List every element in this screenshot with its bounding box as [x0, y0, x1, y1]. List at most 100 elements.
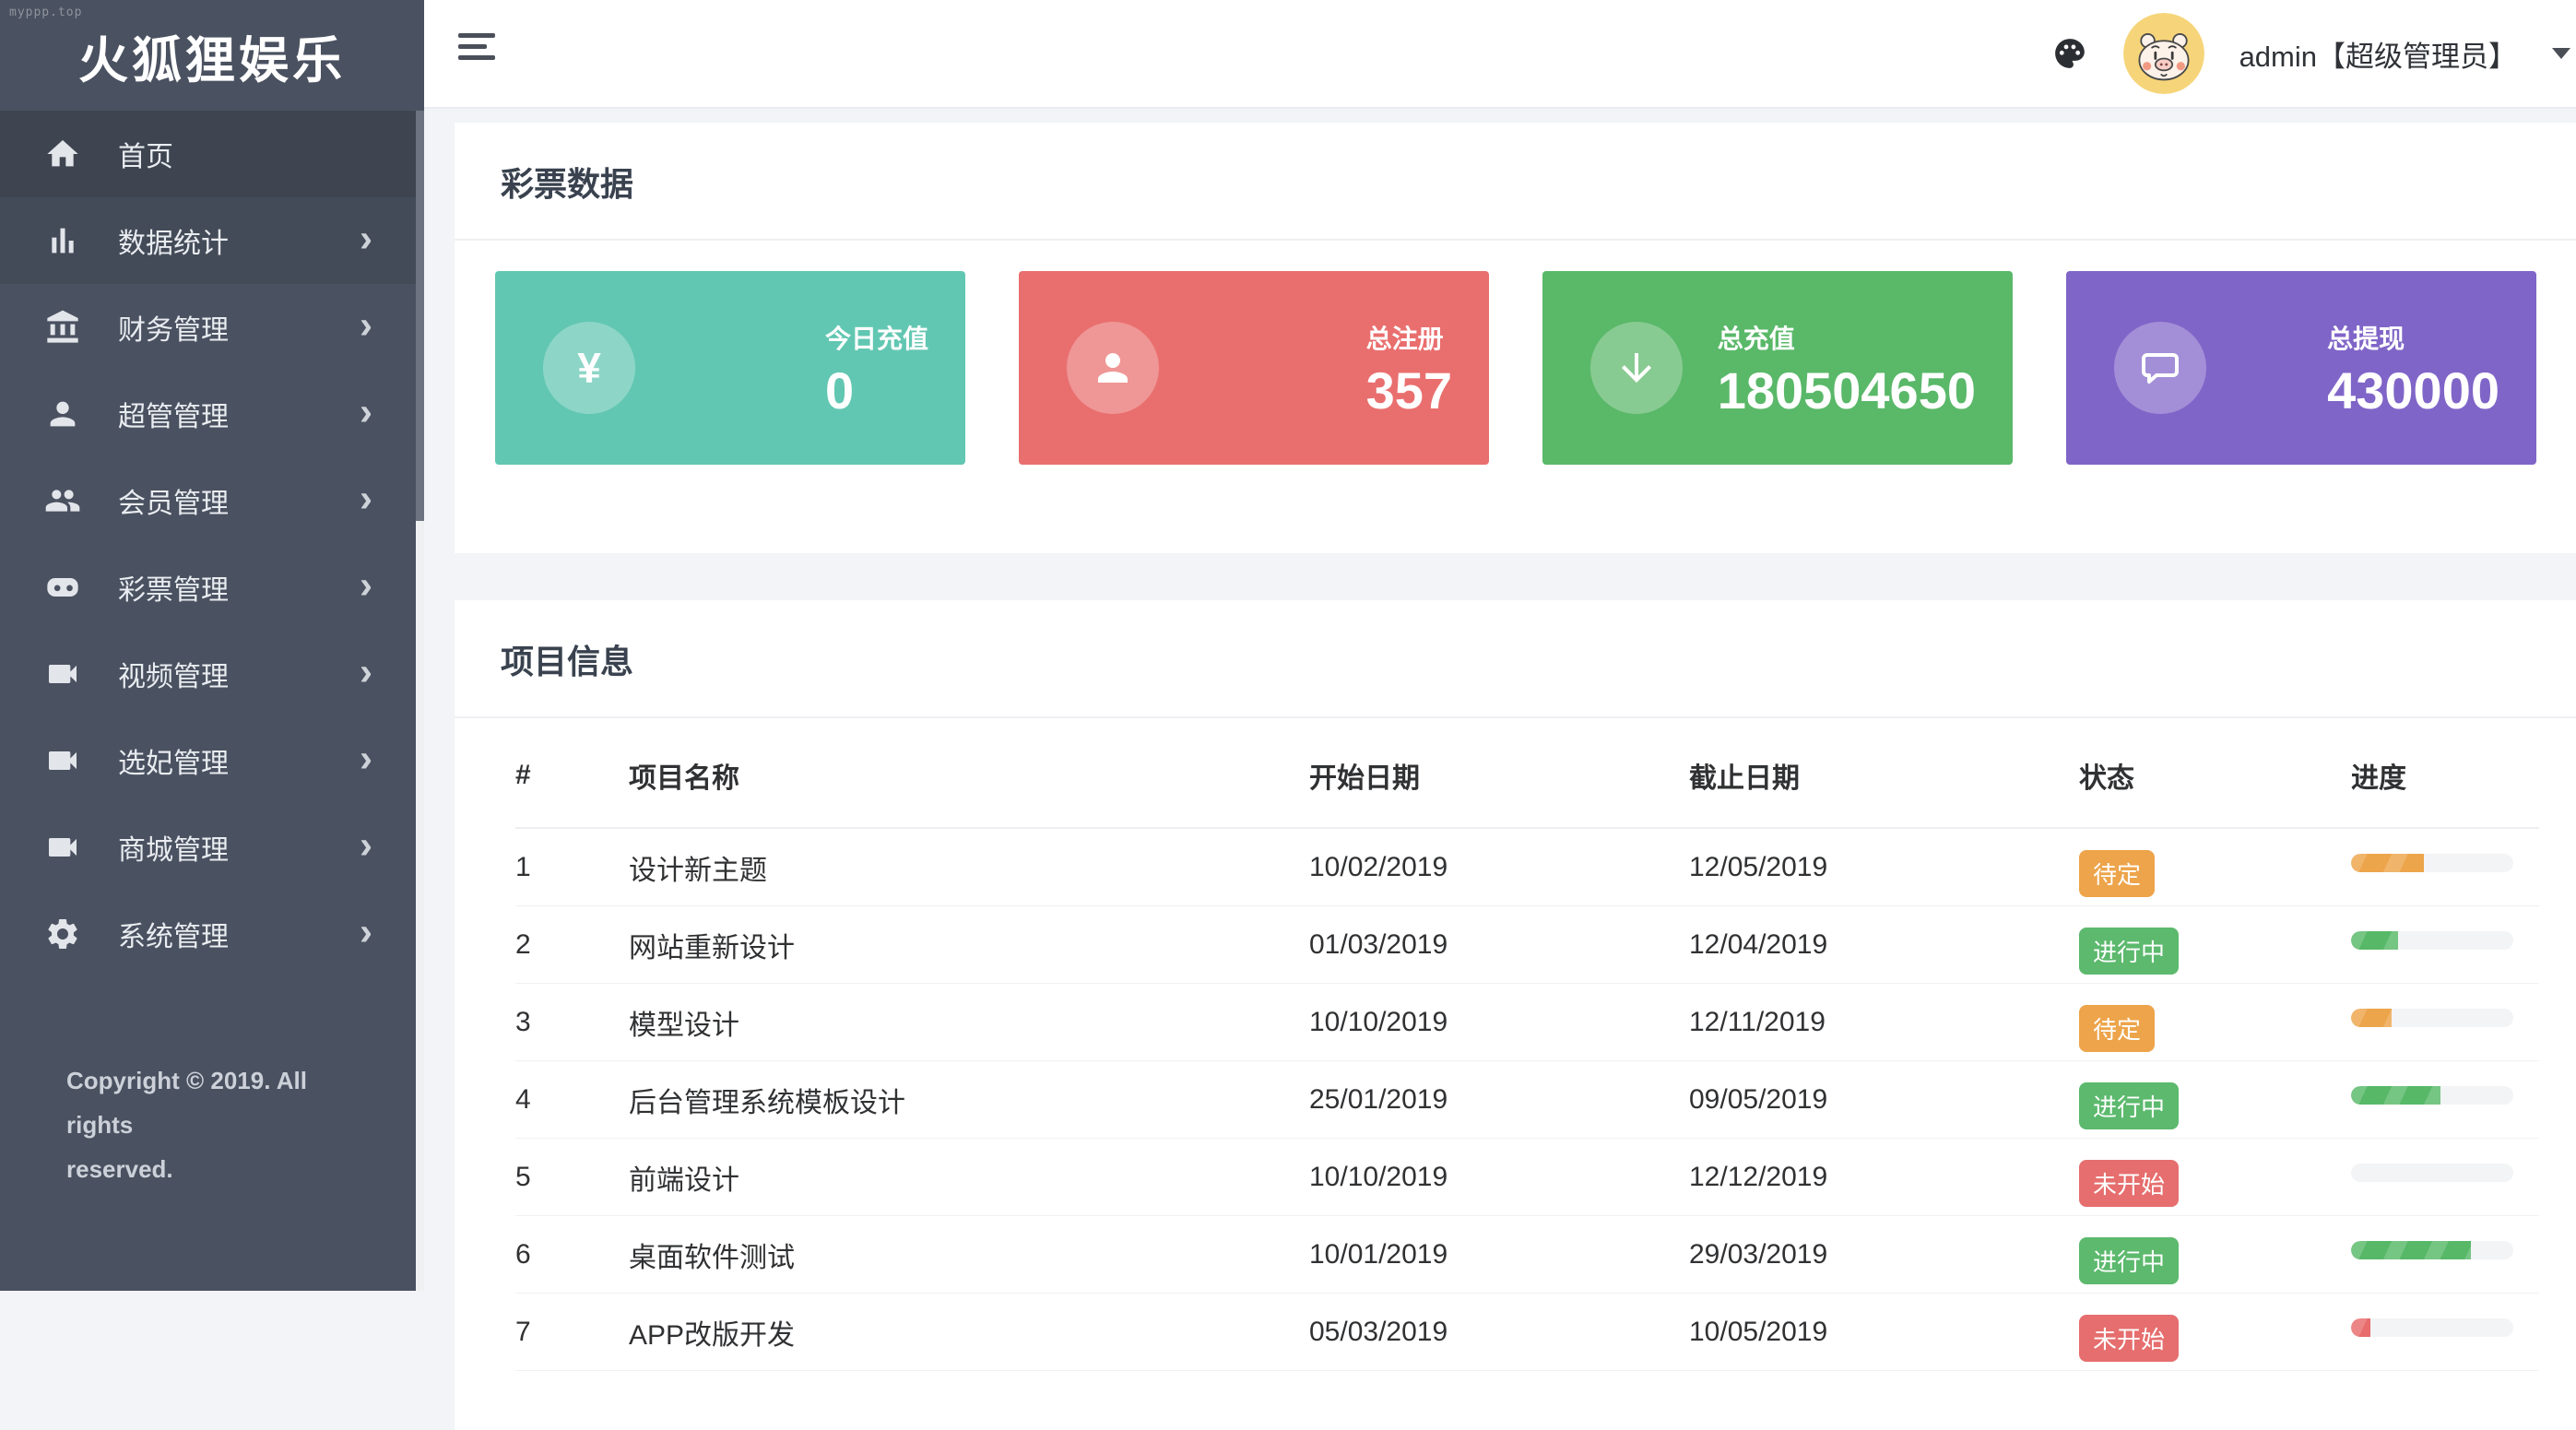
copyright-line2: reserved.: [66, 1147, 371, 1191]
column-header-3: 截止日期: [1689, 718, 2079, 828]
chat-icon: [2138, 346, 2182, 390]
hamburger-menu-button[interactable]: [458, 33, 495, 60]
cell-progress: [2351, 828, 2539, 906]
column-header-1: 项目名称: [629, 718, 1309, 828]
cell-end: 12/12/2019: [1689, 1139, 2079, 1216]
sidebar-item-6[interactable]: 视频管理›: [0, 631, 424, 717]
table-row: 5前端设计10/10/201912/12/2019未开始: [515, 1139, 2539, 1216]
cell-end: 10/05/2019: [1689, 1294, 2079, 1371]
bank-icon: [44, 309, 81, 346]
status-badge: 未开始: [2079, 1160, 2179, 1207]
sidebar-item-5[interactable]: 彩票管理›: [0, 544, 424, 631]
theme-palette-button[interactable]: [2051, 35, 2088, 72]
cell-progress: [2351, 1294, 2539, 1371]
main-content: 彩票数据 ¥今日充值0总注册357总充值180504650总提现430000 项…: [424, 109, 2576, 1291]
progress-fill: [2351, 854, 2424, 872]
user-menu[interactable]: admin【超级管理员】: [2239, 33, 2517, 75]
cell-status: 进行中: [2079, 1061, 2351, 1139]
cell-name: 桌面软件测试: [629, 1216, 1309, 1294]
sidebar-item-label: 系统管理: [118, 914, 229, 954]
column-header-2: 开始日期: [1309, 718, 1689, 828]
cell-end: 12/04/2019: [1689, 906, 2079, 984]
cell-status: 待定: [2079, 984, 2351, 1061]
sidebar-item-label: 数据统计: [118, 220, 229, 261]
hamburger-line: [458, 44, 487, 49]
status-badge: 进行中: [2079, 928, 2179, 975]
cell-status: 未开始: [2079, 1139, 2351, 1216]
table-row: 4后台管理系统模板设计25/01/201909/05/2019进行中: [515, 1061, 2539, 1139]
stats-panel-title: 彩票数据: [455, 123, 2576, 239]
stat-card-2: 总充值 180504650: [1542, 271, 2013, 465]
scrollbar-thumb[interactable]: [416, 111, 424, 521]
cell-end: 09/05/2019: [1689, 1061, 2079, 1139]
stat-text: 总提现430000: [2327, 319, 2499, 417]
sidebar-item-7[interactable]: 选妃管理›: [0, 717, 424, 804]
status-badge: 待定: [2079, 1005, 2155, 1052]
sidebar-item-1[interactable]: 数据统计 ›: [0, 197, 424, 284]
yen-icon: ¥: [577, 343, 601, 393]
sidebar-item-label: 财务管理: [118, 307, 229, 348]
sidebar-item-label: 首页: [118, 134, 173, 174]
table-row: 7APP改版开发05/03/201910/05/2019未开始: [515, 1294, 2539, 1371]
lottery-stats-panel: 彩票数据 ¥今日充值0总注册357总充值180504650总提现430000: [455, 123, 2576, 553]
home-icon: [42, 134, 83, 174]
video-icon: [42, 827, 83, 868]
cell-num: 1: [515, 828, 629, 906]
cell-name: 前端设计: [629, 1139, 1309, 1216]
sidebar-menu: 首页数据统计›财务管理›超管管理›会员管理›彩票管理›视频管理›选妃管理›商城管…: [0, 111, 424, 977]
cell-num: 4: [515, 1061, 629, 1139]
avatar[interactable]: [2123, 13, 2204, 94]
sidebar-item-9[interactable]: 系统管理›: [0, 891, 424, 977]
cell-name: 网站重新设计: [629, 906, 1309, 984]
palette-icon: [2052, 36, 2087, 71]
cell-status: 进行中: [2079, 906, 2351, 984]
sidebar-item-2[interactable]: 财务管理 ›: [0, 284, 424, 371]
chevron-right-icon: ›: [360, 305, 372, 344]
chevron-right-icon: ›: [360, 739, 372, 777]
progress-bar: [2351, 1009, 2513, 1027]
sidebar-scrollbar[interactable]: [416, 111, 424, 1291]
chevron-right-icon: ›: [360, 652, 372, 691]
stat-icon-circle: [1590, 322, 1683, 414]
cell-name: APP改版开发: [629, 1294, 1309, 1371]
cell-progress: [2351, 1216, 2539, 1294]
people-icon: [42, 480, 83, 521]
hamburger-line: [458, 33, 495, 38]
chevron-right-icon: ›: [360, 479, 372, 517]
stat-label: 总提现: [2327, 319, 2405, 356]
copyright-line1: Copyright © 2019. All rights: [66, 1058, 371, 1147]
sidebar-item-label: 彩票管理: [118, 567, 229, 608]
stat-label: 总充值: [1718, 319, 1795, 356]
cell-progress: [2351, 1061, 2539, 1139]
progress-bar: [2351, 1164, 2513, 1182]
sidebar-item-0[interactable]: 首页: [0, 111, 424, 197]
stat-value: 357: [1366, 365, 1452, 417]
bar-chart-icon: [42, 220, 83, 261]
stat-value: 180504650: [1718, 365, 1976, 417]
sidebar-item-4[interactable]: 会员管理›: [0, 457, 424, 544]
person-icon: [1091, 346, 1135, 390]
projects-table-head: #项目名称开始日期截止日期状态进度: [515, 718, 2539, 828]
sidebar-item-label: 超管管理: [118, 394, 229, 434]
watermark-text: myppp.top: [9, 6, 82, 19]
cell-start: 01/03/2019: [1309, 906, 1689, 984]
progress-fill: [2351, 1318, 2370, 1337]
sidebar-item-3[interactable]: 超管管理›: [0, 371, 424, 457]
cell-end: 12/11/2019: [1689, 984, 2079, 1061]
stat-label: 总注册: [1366, 319, 1444, 356]
cell-status: 进行中: [2079, 1216, 2351, 1294]
video-icon: [42, 740, 83, 781]
progress-bar: [2351, 1086, 2513, 1105]
projects-table-body: 1设计新主题10/02/201912/05/2019待定2网站重新设计01/03…: [515, 828, 2539, 1371]
cell-progress: [2351, 984, 2539, 1061]
people-icon: [44, 482, 81, 519]
status-badge: 进行中: [2079, 1082, 2179, 1129]
cell-end: 29/03/2019: [1689, 1216, 2079, 1294]
stat-text: 总充值 180504650: [1718, 319, 1976, 417]
stat-value: 0: [825, 365, 854, 417]
sidebar-item-8[interactable]: 商城管理›: [0, 804, 424, 891]
stat-card-1: 总注册 357: [1019, 271, 1489, 465]
gamepad-icon: [42, 567, 83, 608]
chevron-down-icon[interactable]: [2552, 48, 2570, 59]
chevron-right-icon: ›: [360, 219, 372, 257]
